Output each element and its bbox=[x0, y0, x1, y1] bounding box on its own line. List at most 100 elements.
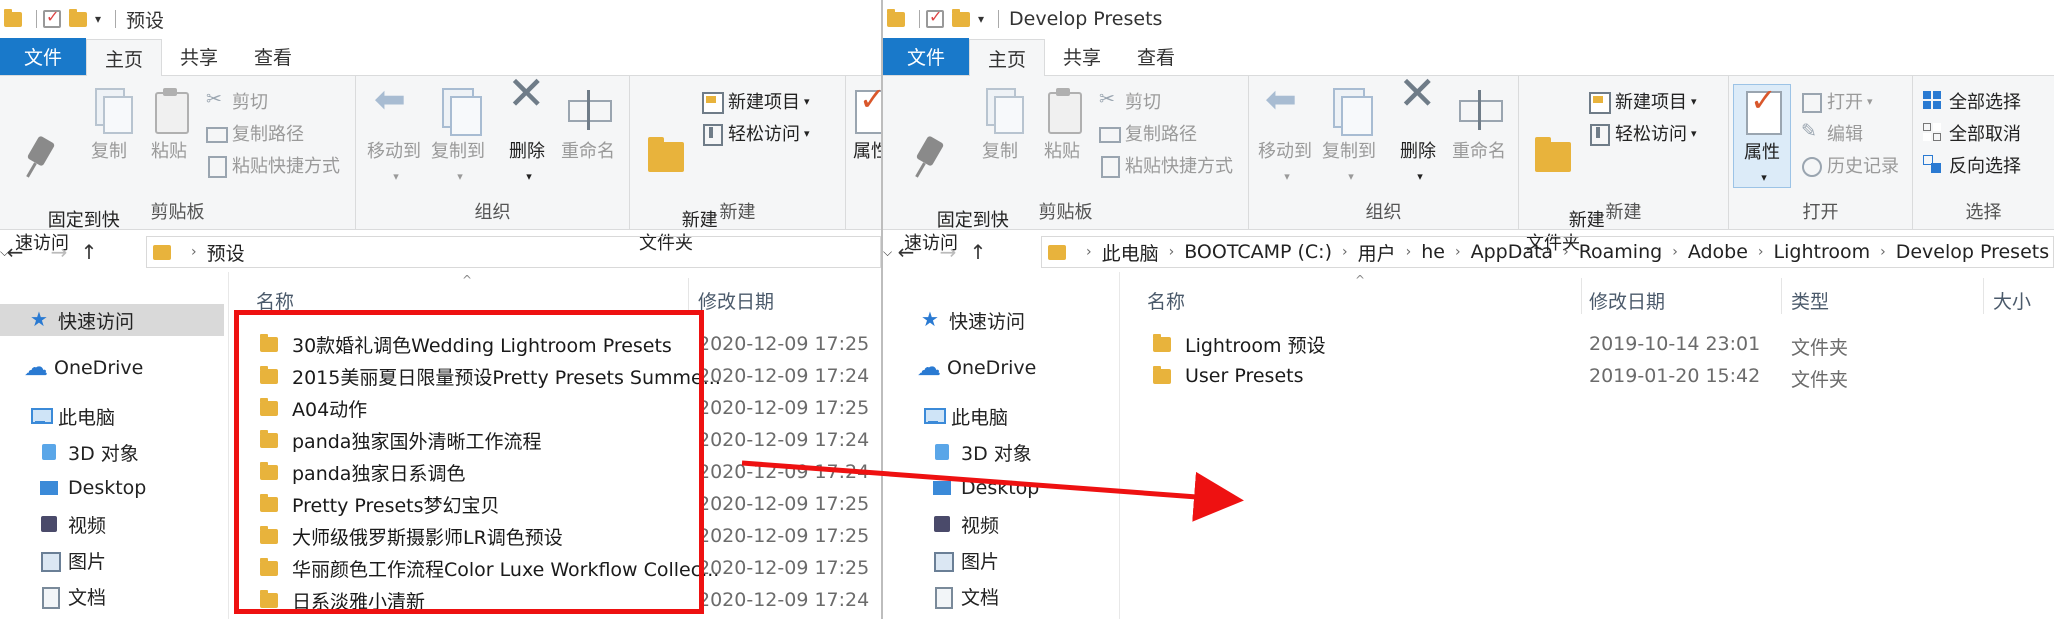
rename-button[interactable]: 重命名 bbox=[1449, 86, 1509, 163]
tab-view[interactable]: 查看 bbox=[236, 38, 310, 75]
chevron-right-icon[interactable]: › bbox=[191, 244, 197, 260]
nav-videos[interactable]: 视频 bbox=[40, 508, 106, 540]
nav-onedrive[interactable]: OneDrive bbox=[917, 352, 1036, 384]
up-arrow-icon[interactable]: ↑ bbox=[963, 240, 993, 264]
nav-3d-objects[interactable]: 3D 对象 bbox=[40, 436, 139, 468]
select-none-button[interactable]: 全部取消 bbox=[1923, 120, 2021, 146]
new-folder-quick-icon[interactable] bbox=[952, 8, 970, 27]
nav-pictures[interactable]: 图片 bbox=[40, 544, 106, 576]
nav-pictures[interactable]: 图片 bbox=[933, 544, 999, 576]
breadcrumb-item[interactable]: 用户 bbox=[1358, 239, 1396, 266]
breadcrumb-item[interactable]: 预设 bbox=[207, 239, 245, 266]
breadcrumb-item[interactable]: Lightroom bbox=[1774, 241, 1871, 263]
new-folder-quick-icon[interactable] bbox=[69, 8, 87, 27]
tab-share[interactable]: 共享 bbox=[162, 38, 236, 75]
forward-arrow-icon[interactable]: → bbox=[933, 240, 963, 264]
nav-this-pc[interactable]: 此电脑 bbox=[923, 400, 1008, 432]
new-item-button[interactable]: 新建项目 ▾ bbox=[1589, 88, 1697, 114]
tab-home[interactable]: 主页 bbox=[969, 39, 1046, 76]
new-item-button[interactable]: 新建项目 ▾ bbox=[702, 88, 810, 114]
breadcrumb-item[interactable]: 此电脑 bbox=[1102, 239, 1159, 266]
chevron-right-icon[interactable]: › bbox=[1880, 244, 1886, 260]
forward-arrow-icon[interactable]: → bbox=[44, 240, 74, 264]
invert-selection-button[interactable]: 反向选择 bbox=[1923, 152, 2021, 178]
nav-quick-access[interactable]: 快速访问 bbox=[921, 304, 1025, 336]
properties-quick-icon[interactable] bbox=[926, 7, 944, 28]
move-to-button[interactable]: 移动到 ▾ bbox=[364, 86, 424, 188]
rename-button[interactable]: 重命名 bbox=[558, 86, 618, 163]
copy-button[interactable]: 复制 bbox=[84, 86, 134, 163]
tab-share[interactable]: 共享 bbox=[1045, 38, 1119, 75]
breadcrumb-item[interactable]: Roaming bbox=[1579, 241, 1663, 263]
tab-view[interactable]: 查看 bbox=[1119, 38, 1193, 75]
column-separator[interactable] bbox=[1781, 278, 1782, 314]
breadcrumb-item[interactable]: Develop Presets bbox=[1896, 241, 2049, 263]
history-button[interactable]: 历史记录 bbox=[1801, 152, 1899, 178]
chevron-right-icon[interactable]: › bbox=[1342, 244, 1348, 260]
nav-videos[interactable]: 视频 bbox=[933, 508, 999, 540]
pane-divider[interactable] bbox=[1119, 272, 1120, 619]
paste-shortcut-button[interactable]: 粘贴快捷方式 bbox=[206, 152, 340, 178]
up-arrow-icon[interactable]: ↑ bbox=[74, 240, 104, 264]
delete-button[interactable]: 删除 ▾ bbox=[1393, 82, 1443, 188]
nav-3d-objects[interactable]: 3D 对象 bbox=[933, 436, 1032, 468]
edit-button[interactable]: 编辑 bbox=[1801, 120, 1863, 146]
chevron-right-icon[interactable]: › bbox=[1169, 244, 1175, 260]
list-item[interactable]: User Presets bbox=[1153, 360, 1304, 392]
copy-to-button[interactable]: 复制到 ▾ bbox=[1319, 86, 1379, 188]
column-header-size[interactable]: 大小 bbox=[1993, 282, 2031, 318]
move-to-button[interactable]: 移动到 ▾ bbox=[1255, 86, 1315, 188]
properties-button[interactable]: 属性 bbox=[846, 86, 881, 163]
chevron-right-icon[interactable]: › bbox=[1758, 244, 1764, 260]
tab-home[interactable]: 主页 bbox=[86, 39, 163, 76]
paste-button[interactable]: 粘贴 bbox=[1037, 86, 1087, 163]
paste-shortcut-button[interactable]: 粘贴快捷方式 bbox=[1099, 152, 1233, 178]
properties-button[interactable]: 属性 ▾ bbox=[1733, 84, 1791, 188]
easy-access-button[interactable]: 轻松访问 ▾ bbox=[702, 120, 810, 146]
easy-access-button[interactable]: 轻松访问 ▾ bbox=[1589, 120, 1697, 146]
tab-file[interactable]: 文件 bbox=[883, 38, 970, 75]
cut-button[interactable]: 剪切 bbox=[1099, 88, 1161, 114]
breadcrumb-item[interactable]: Adobe bbox=[1688, 241, 1748, 263]
properties-quick-icon[interactable] bbox=[43, 7, 61, 28]
nav-onedrive[interactable]: OneDrive bbox=[24, 352, 143, 384]
select-all-button[interactable]: 全部选择 bbox=[1923, 88, 2021, 114]
recent-locations-icon[interactable]: ⌵ bbox=[0, 245, 22, 260]
breadcrumb-item[interactable]: AppData bbox=[1471, 241, 1554, 263]
copy-button[interactable]: 复制 bbox=[975, 86, 1025, 163]
cut-button[interactable]: 剪切 bbox=[206, 88, 268, 114]
copy-to-button[interactable]: 复制到 ▾ bbox=[428, 86, 488, 188]
list-item[interactable]: Lightroom 预设 bbox=[1153, 328, 1326, 360]
address-bar[interactable]: › 此电脑 › BOOTCAMP (C:) › 用户 › he › AppDat… bbox=[1041, 236, 2054, 268]
customize-toolbar-icon[interactable]: ▾ bbox=[95, 12, 101, 26]
recent-locations-icon[interactable]: ⌵ bbox=[883, 245, 905, 260]
pane-divider[interactable] bbox=[228, 272, 229, 619]
column-separator[interactable] bbox=[1581, 278, 1582, 314]
paste-button[interactable]: 粘贴 bbox=[144, 86, 194, 163]
copy-path-button[interactable]: 复制路径 bbox=[1099, 120, 1197, 146]
nav-desktop[interactable]: Desktop bbox=[933, 472, 1039, 504]
nav-documents[interactable]: 文档 bbox=[933, 580, 999, 612]
customize-toolbar-icon[interactable]: ▾ bbox=[978, 12, 984, 26]
open-button[interactable]: 打开 ▾ bbox=[1801, 88, 1873, 114]
column-separator[interactable] bbox=[1983, 278, 1984, 314]
column-header-date[interactable]: 修改日期 bbox=[698, 282, 774, 318]
column-header-type[interactable]: 类型 bbox=[1791, 282, 1829, 318]
copy-path-button[interactable]: 复制路径 bbox=[206, 120, 304, 146]
nav-quick-access[interactable]: 快速访问 bbox=[0, 304, 224, 336]
chevron-right-icon[interactable]: › bbox=[1672, 244, 1678, 260]
column-header-date[interactable]: 修改日期 bbox=[1589, 282, 1665, 318]
chevron-right-icon[interactable]: › bbox=[1455, 244, 1461, 260]
breadcrumb-item[interactable]: he bbox=[1421, 241, 1445, 263]
nav-this-pc[interactable]: 此电脑 bbox=[30, 400, 115, 432]
delete-button[interactable]: 删除 ▾ bbox=[502, 82, 552, 188]
chevron-right-icon[interactable]: › bbox=[1563, 244, 1569, 260]
chevron-right-icon[interactable]: › bbox=[1406, 244, 1412, 260]
breadcrumb-item[interactable]: BOOTCAMP (C:) bbox=[1184, 241, 1332, 263]
column-separator[interactable] bbox=[688, 278, 689, 314]
tab-file[interactable]: 文件 bbox=[0, 38, 87, 75]
nav-documents[interactable]: 文档 bbox=[40, 580, 106, 612]
address-bar[interactable]: › 预设 bbox=[146, 236, 881, 268]
column-header-name[interactable]: 名称 bbox=[1147, 282, 1185, 318]
chevron-right-icon[interactable]: › bbox=[1086, 244, 1092, 260]
